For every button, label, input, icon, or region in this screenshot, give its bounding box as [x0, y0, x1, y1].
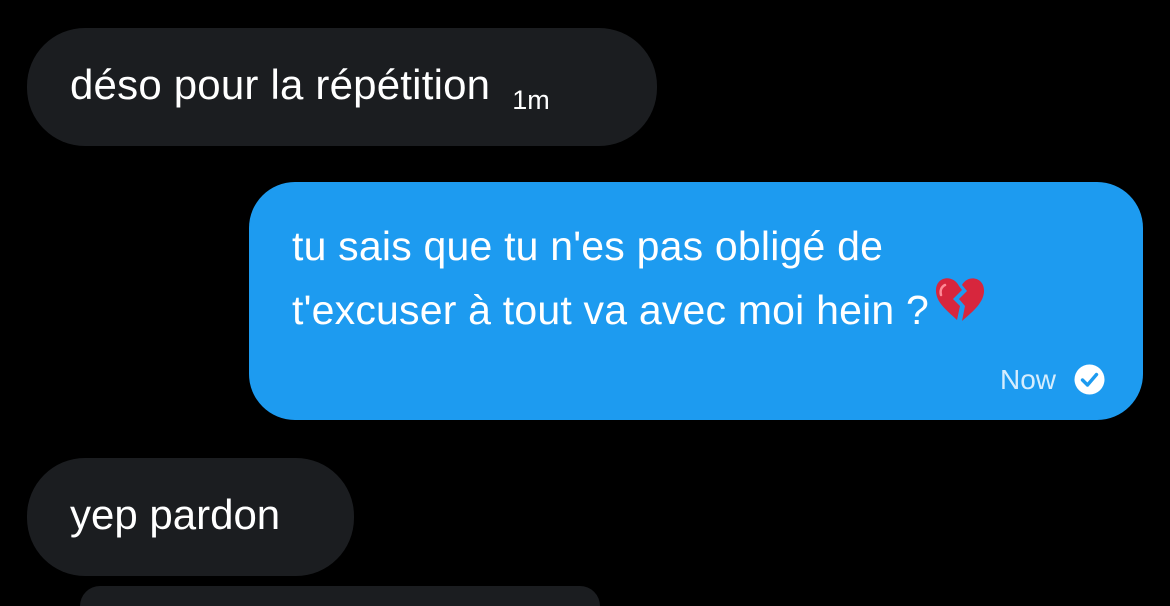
message-timestamp: 1m	[512, 84, 550, 115]
message-meta: Now	[1000, 363, 1106, 396]
check-circle-icon	[1074, 364, 1105, 395]
message-line: tu sais que tu n'es pas obligé de	[292, 223, 884, 269]
broken-heart-emoji	[935, 276, 985, 340]
message-text: tu sais que tu n'es pas obligé de t'excu…	[292, 214, 1103, 342]
message-timestamp: Now	[999, 363, 1056, 395]
message-bubble-outgoing[interactable]: tu sais que tu n'es pas obligé de t'excu…	[249, 182, 1143, 420]
message-line: t'excuser à tout va avec moi hein ?	[292, 287, 929, 333]
message-bubble-incoming[interactable]: déso pour la répétition 1m	[27, 28, 657, 146]
message-bubble-incoming-partial	[80, 586, 600, 606]
message-text: déso pour la répétition	[70, 61, 491, 108]
message-bubble-incoming[interactable]: yep pardon	[27, 458, 354, 576]
message-text: yep pardon	[70, 491, 281, 538]
